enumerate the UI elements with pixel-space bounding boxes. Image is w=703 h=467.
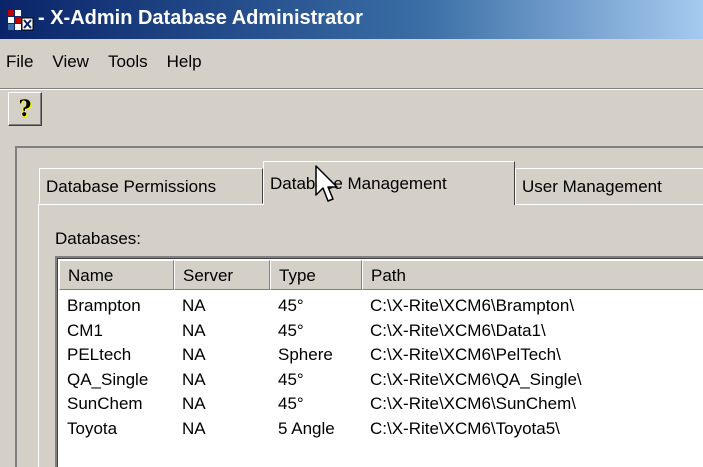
cell-server: NA (182, 320, 206, 340)
cell-server: NA (182, 345, 206, 365)
window-title: - X-Admin Database Administrator (38, 7, 363, 29)
cell-path: C:\X-Rite\XCM6\Brampton\ (370, 296, 575, 316)
tab-label: Database Permissions (46, 177, 217, 196)
list-item[interactable]: Brampton NA 45° C:\X-Rite\XCM6\Brampton\ (67, 294, 703, 319)
tab-database-permissions[interactable]: Database Permissions (39, 168, 263, 204)
tab-user-management[interactable]: User Management (515, 168, 703, 204)
mouse-cursor-icon (315, 165, 338, 202)
cell-path: C:\X-Rite\XCM6\Data1\ (370, 320, 546, 340)
title-bar: - X-Admin Database Administrator (0, 0, 703, 39)
list-item[interactable]: Toyota NA 5 Angle C:\X-Rite\XCM6\Toyota5… (67, 417, 703, 442)
column-header-type[interactable]: Type (270, 260, 362, 290)
menu-help[interactable]: Help (160, 49, 214, 75)
cell-name: SunChem (67, 394, 143, 414)
column-header-name[interactable]: Name (59, 260, 174, 290)
list-item[interactable]: QA_Single NA 45° C:\X-Rite\XCM6\QA_Singl… (67, 368, 703, 393)
cell-type: Sphere (278, 345, 333, 365)
list-item[interactable]: CM1 NA 45° C:\X-Rite\XCM6\Data1\ (67, 319, 703, 344)
toolbar-divider (0, 88, 703, 90)
cell-path: C:\X-Rite\XCM6\Toyota5\ (370, 418, 560, 438)
list-item[interactable]: SunChem NA 45° C:\X-Rite\XCM6\SunChem\ (67, 392, 703, 417)
cell-name: QA_Single (67, 369, 149, 389)
tab-database-management[interactable]: Database Management (263, 161, 515, 205)
menu-tools[interactable]: Tools (101, 49, 160, 75)
cell-path: C:\X-Rite\XCM6\SunChem\ (370, 394, 576, 414)
cell-name: CM1 (67, 320, 103, 340)
cell-path: C:\X-Rite\XCM6\PelTech\ (370, 345, 561, 365)
databases-list[interactable]: Name Server Type Path Brampton NA 45° C:… (55, 256, 703, 467)
cell-server: NA (182, 296, 206, 316)
cell-path: C:\X-Rite\XCM6\QA_Single\ (370, 369, 582, 389)
cell-server: NA (182, 418, 206, 438)
cell-type: 45° (278, 394, 304, 414)
help-button[interactable]: ? (8, 92, 42, 126)
list-rows: Brampton NA 45° C:\X-Rite\XCM6\Brampton\… (67, 294, 703, 441)
column-header-server[interactable]: Server (174, 260, 270, 290)
menu-file[interactable]: File (0, 49, 45, 75)
column-header-path[interactable]: Path (362, 260, 703, 290)
menu-bar: File View Tools Help (0, 49, 214, 75)
tab-label: Database Management (270, 174, 447, 193)
cell-name: PELtech (67, 345, 132, 365)
cell-type: 45° (278, 320, 304, 340)
menu-view[interactable]: View (45, 49, 101, 75)
cell-server: NA (182, 369, 206, 389)
cell-name: Brampton (67, 296, 141, 316)
tab-label: User Management (522, 177, 662, 196)
help-icon: ? (18, 96, 32, 122)
app-icon (8, 10, 34, 31)
cell-server: NA (182, 394, 206, 414)
cell-type: 45° (278, 296, 304, 316)
cell-type: 5 Angle (278, 418, 335, 438)
cell-type: 45° (278, 369, 304, 389)
list-item[interactable]: PELtech NA Sphere C:\X-Rite\XCM6\PelTech… (67, 343, 703, 368)
cell-name: Toyota (67, 418, 118, 438)
databases-label: Databases: (55, 229, 141, 248)
list-header: Name Server Type Path (59, 260, 703, 290)
